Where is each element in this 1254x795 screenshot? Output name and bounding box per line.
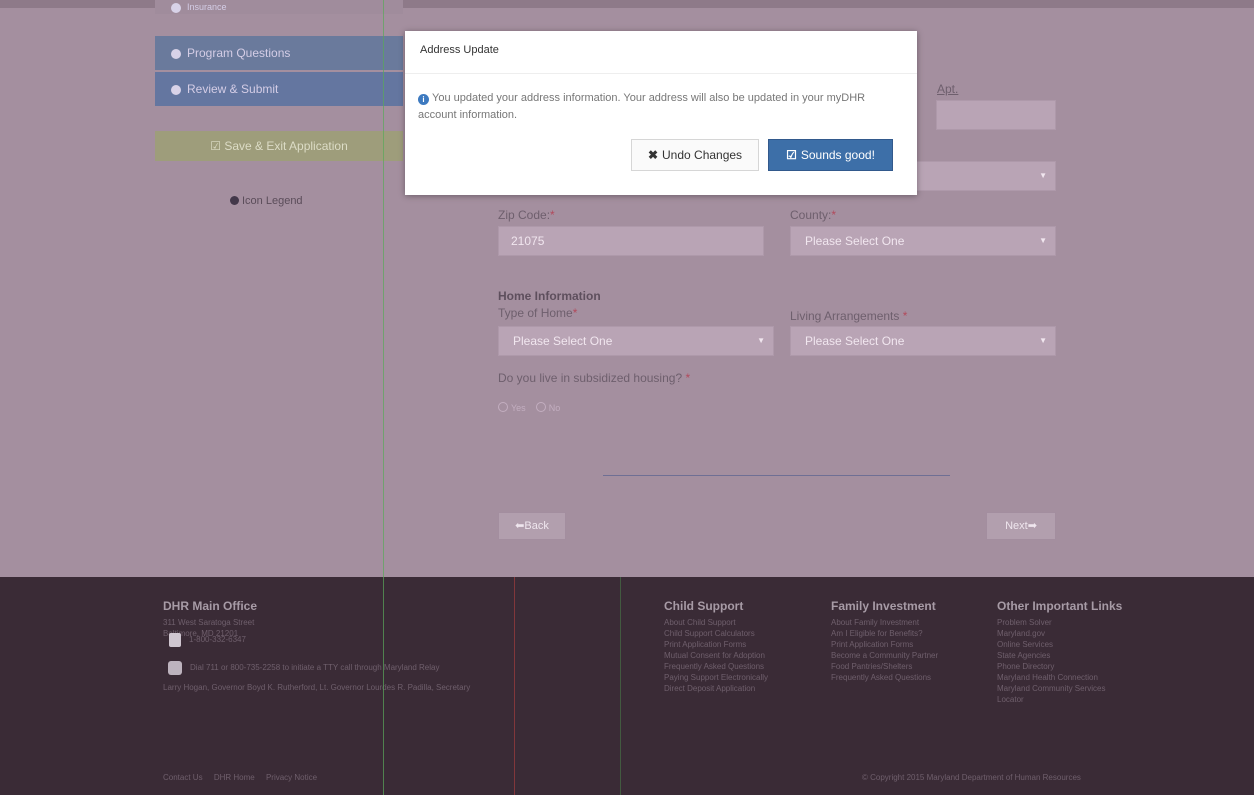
footer-phone: 1-800-332-6347 bbox=[169, 633, 246, 647]
sidebar-item-label: Program Questions bbox=[187, 46, 291, 60]
radio-yes[interactable]: Yes bbox=[498, 402, 526, 413]
footer-link[interactable]: Print Application Forms bbox=[664, 639, 768, 650]
footer-copyright: © Copyright 2015 Maryland Department of … bbox=[862, 773, 1081, 782]
modal-divider bbox=[405, 73, 917, 74]
apt-label: Apt. bbox=[937, 82, 959, 96]
caret-down-icon: ▼ bbox=[757, 336, 765, 345]
check-icon bbox=[171, 2, 181, 13]
radio-no[interactable]: No bbox=[535, 402, 560, 413]
modal-message: i You updated your address information. Y… bbox=[418, 90, 894, 124]
modal-title: Address Update bbox=[420, 44, 499, 56]
footer-link[interactable]: Direct Deposit Application bbox=[664, 683, 768, 694]
info-icon: i bbox=[418, 94, 429, 105]
footer-privacy-link[interactable]: Privacy Notice bbox=[266, 773, 317, 782]
county-select[interactable]: Please Select One ▼ bbox=[790, 226, 1056, 256]
footer-main-office-heading: DHR Main Office bbox=[163, 599, 258, 613]
footer-link[interactable]: Frequently Asked Questions bbox=[664, 661, 768, 672]
footer-link[interactable]: About Family Investment bbox=[831, 617, 938, 628]
footer-relay: Dial 711 or 800-735-2258 to initiate a T… bbox=[168, 661, 439, 675]
icon-legend-link[interactable]: Icon Legend bbox=[230, 195, 303, 207]
footer-link[interactable]: Frequently Asked Questions bbox=[831, 672, 938, 683]
sidebar-item-label: Insurance bbox=[187, 2, 227, 12]
apt-input[interactable] bbox=[936, 100, 1056, 130]
save-exit-button[interactable]: ☑ Save & Exit Application bbox=[155, 131, 403, 161]
sidebar-item-insurance[interactable]: Insurance bbox=[155, 0, 403, 14]
sidebar-item-label: Review & Submit bbox=[187, 82, 279, 96]
footer-child-support-heading: Child Support bbox=[664, 599, 744, 613]
caret-down-icon: ▼ bbox=[1039, 236, 1047, 245]
type-of-home-label: Type of Home* bbox=[498, 306, 578, 320]
footer-home-link[interactable]: DHR Home bbox=[214, 773, 255, 782]
living-arrangements-label: Living Arrangements * bbox=[790, 309, 908, 323]
living-arrangements-select[interactable]: Please Select One ▼ bbox=[790, 326, 1056, 356]
footer-link[interactable]: Locator bbox=[997, 694, 1122, 705]
form-divider bbox=[603, 475, 950, 476]
sounds-good-button[interactable]: ☑ Sounds good! bbox=[768, 139, 893, 171]
tty-icon bbox=[168, 661, 182, 675]
subsidized-radio-group: Yes No bbox=[498, 402, 560, 413]
footer: DHR Main Office 311 West Saratoga Street… bbox=[0, 577, 1254, 795]
undo-changes-label: Undo Changes bbox=[662, 148, 743, 162]
footer-link[interactable]: Paying Support Electronically bbox=[664, 672, 768, 683]
sidebar-item-program-questions[interactable]: Program Questions bbox=[155, 36, 403, 70]
caret-down-icon: ▼ bbox=[1039, 171, 1047, 180]
footer-link[interactable]: Problem Solver bbox=[997, 617, 1122, 628]
footer-link[interactable]: Food Pantries/Shelters bbox=[831, 661, 938, 672]
scan-line bbox=[383, 0, 384, 795]
footer-family-investment: Family Investment About Family Investmen… bbox=[831, 599, 938, 683]
arrow-left-icon: ⬅ bbox=[515, 520, 525, 532]
footer-link[interactable]: Maryland.gov bbox=[997, 628, 1122, 639]
zip-label: Zip Code:* bbox=[498, 208, 555, 222]
footer-link[interactable]: Print Application Forms bbox=[831, 639, 938, 650]
next-button[interactable]: Next➡ bbox=[986, 512, 1056, 540]
county-label: County:* bbox=[790, 208, 837, 222]
sounds-good-label: Sounds good! bbox=[800, 148, 875, 162]
footer-contact-link[interactable]: Contact Us bbox=[163, 773, 203, 782]
footer-link[interactable]: About Child Support bbox=[664, 617, 768, 628]
question-icon bbox=[171, 48, 181, 59]
footer-link[interactable]: Mutual Consent for Adoption bbox=[664, 650, 768, 661]
radio-circle-icon bbox=[535, 402, 546, 412]
footer-link[interactable]: Maryland Health Connection bbox=[997, 672, 1122, 683]
footer-officials: Larry Hogan, Governor Boyd K. Rutherford… bbox=[163, 683, 471, 692]
home-information-heading: Home Information bbox=[498, 289, 601, 303]
sidebar-item-review-submit[interactable]: Review & Submit bbox=[155, 72, 403, 106]
scan-line bbox=[514, 577, 515, 795]
modal-message-text: You updated your address information. Yo… bbox=[418, 92, 866, 121]
info-icon bbox=[230, 196, 239, 205]
radio-circle-icon bbox=[498, 402, 508, 412]
undo-changes-button[interactable]: ✖ Undo Changes bbox=[631, 139, 759, 171]
address-update-modal: Address Update i You updated your address… bbox=[405, 31, 917, 195]
icon-legend-label: Icon Legend bbox=[242, 195, 303, 207]
subsidized-housing-label: Do you live in subsidized housing? * bbox=[498, 371, 691, 385]
footer-link[interactable]: Am I Eligible for Benefits? bbox=[831, 628, 938, 639]
circle-arrow-icon bbox=[171, 84, 181, 95]
caret-down-icon: ▼ bbox=[1039, 336, 1047, 345]
footer-other-links: Other Important Links Problem Solver Mar… bbox=[997, 599, 1122, 705]
type-of-home-select[interactable]: Please Select One ▼ bbox=[498, 326, 774, 356]
footer-link[interactable]: Become a Community Partner bbox=[831, 650, 938, 661]
footer-bottom-links: Contact Us DHR Home Privacy Notice bbox=[163, 773, 326, 782]
edit-check-icon: ☑ bbox=[786, 148, 797, 162]
footer-link[interactable]: Phone Directory bbox=[997, 661, 1122, 672]
footer-link[interactable]: Maryland Community Services bbox=[997, 683, 1122, 694]
footer-link[interactable]: Online Services bbox=[997, 639, 1122, 650]
footer-child-support: Child Support About Child Support Child … bbox=[664, 599, 768, 694]
footer-address-line-1: 311 West Saratoga Street bbox=[163, 618, 255, 627]
next-label: Next bbox=[1005, 520, 1028, 532]
footer-link[interactable]: State Agencies bbox=[997, 650, 1122, 661]
phone-icon bbox=[169, 633, 181, 647]
close-icon: ✖ bbox=[647, 148, 658, 162]
arrow-right-icon: ➡ bbox=[1027, 520, 1037, 532]
back-button[interactable]: ⬅Back bbox=[498, 512, 566, 540]
edit-check-icon: ☑ bbox=[210, 139, 225, 153]
application-page: Insurance Program Questions Review & Sub… bbox=[0, 0, 1254, 795]
footer-link[interactable]: Child Support Calculators bbox=[664, 628, 768, 639]
footer-other-links-heading: Other Important Links bbox=[997, 599, 1123, 613]
back-label: Back bbox=[524, 520, 549, 532]
footer-family-investment-heading: Family Investment bbox=[831, 599, 936, 613]
scan-line bbox=[620, 577, 621, 795]
save-exit-label: Save & Exit Application bbox=[224, 139, 348, 153]
zip-input[interactable]: 21075 bbox=[498, 226, 764, 256]
